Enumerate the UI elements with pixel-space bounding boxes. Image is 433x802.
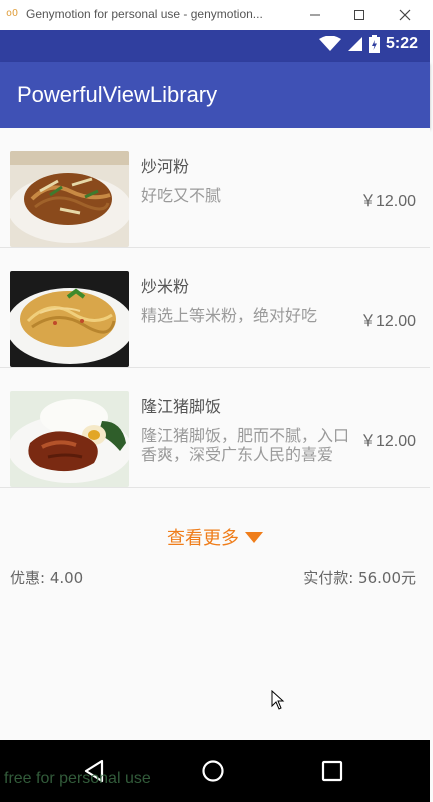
- show-more-button[interactable]: 查看更多: [0, 512, 430, 562]
- list-item[interactable]: 炒河粉 好吃又不腻 ￥12.00: [0, 128, 430, 248]
- status-bar: 5:22: [0, 30, 430, 62]
- paid-amount-text: 实付款: 56.00元: [303, 569, 416, 587]
- fried-rice-noodles-photo: [10, 271, 129, 367]
- item-description: 隆江猪脚饭，肥而不腻，入口香爽，深受广东人民的喜爱: [141, 426, 350, 464]
- close-button[interactable]: [387, 3, 423, 27]
- item-name: 隆江猪脚饭: [141, 397, 222, 416]
- minimize-icon: [310, 14, 320, 16]
- item-name: 炒米粉: [141, 277, 190, 296]
- app-bar: PowerfulViewLibrary: [0, 62, 430, 128]
- pork-knuckle-rice-photo: [10, 391, 129, 487]
- item-description: 精选上等米粉，绝对好吃: [141, 306, 318, 325]
- list-item[interactable]: 隆江猪脚饭 隆江猪脚饭，肥而不腻，入口香爽，深受广东人民的喜爱 ￥12.00: [0, 368, 430, 488]
- show-more-label: 查看更多: [167, 528, 239, 549]
- genymotion-icon: oO: [6, 8, 19, 19]
- list-item[interactable]: 炒米粉 精选上等米粉，绝对好吃 ￥12.00: [0, 248, 430, 368]
- recents-button[interactable]: [318, 757, 346, 785]
- item-price: ￥12.00: [359, 313, 416, 330]
- wifi-icon: [318, 36, 341, 51]
- triangle-down-icon: [245, 531, 263, 543]
- close-icon: [399, 9, 411, 21]
- watermark-text: free for personal use: [4, 770, 151, 787]
- signal-icon: [347, 37, 362, 51]
- window-titlebar: oO Genymotion for personal use - genymot…: [0, 0, 433, 30]
- item-price: ￥12.00: [359, 433, 416, 450]
- fried-noodles-photo: [10, 151, 129, 247]
- food-list: 炒河粉 好吃又不腻 ￥12.00 炒米粉 精选上等米粉，绝对好吃 ￥12.00 …: [0, 128, 430, 488]
- home-button[interactable]: [199, 757, 227, 785]
- item-price: ￥12.00: [359, 193, 416, 210]
- page-title: PowerfulViewLibrary: [17, 82, 218, 107]
- mouse-cursor-icon: [271, 690, 285, 710]
- discount-text: 优惠: 4.00: [10, 569, 84, 587]
- battery-icon: [368, 35, 380, 53]
- status-time: 5:22: [385, 35, 418, 52]
- maximize-button[interactable]: [341, 3, 377, 27]
- recents-square-icon: [321, 760, 343, 782]
- maximize-icon: [354, 10, 364, 20]
- order-summary: 优惠: 4.00 实付款: 56.00元: [0, 564, 430, 592]
- item-name: 炒河粉: [141, 157, 190, 176]
- window-title: Genymotion for personal use - genymotion…: [26, 7, 263, 21]
- minimize-button[interactable]: [297, 3, 333, 27]
- home-circle-icon: [202, 760, 224, 782]
- device-screen: 5:22 PowerfulViewLibrary 炒河粉 好吃又不腻 ￥12.0…: [0, 30, 433, 802]
- item-description: 好吃又不腻: [141, 186, 222, 205]
